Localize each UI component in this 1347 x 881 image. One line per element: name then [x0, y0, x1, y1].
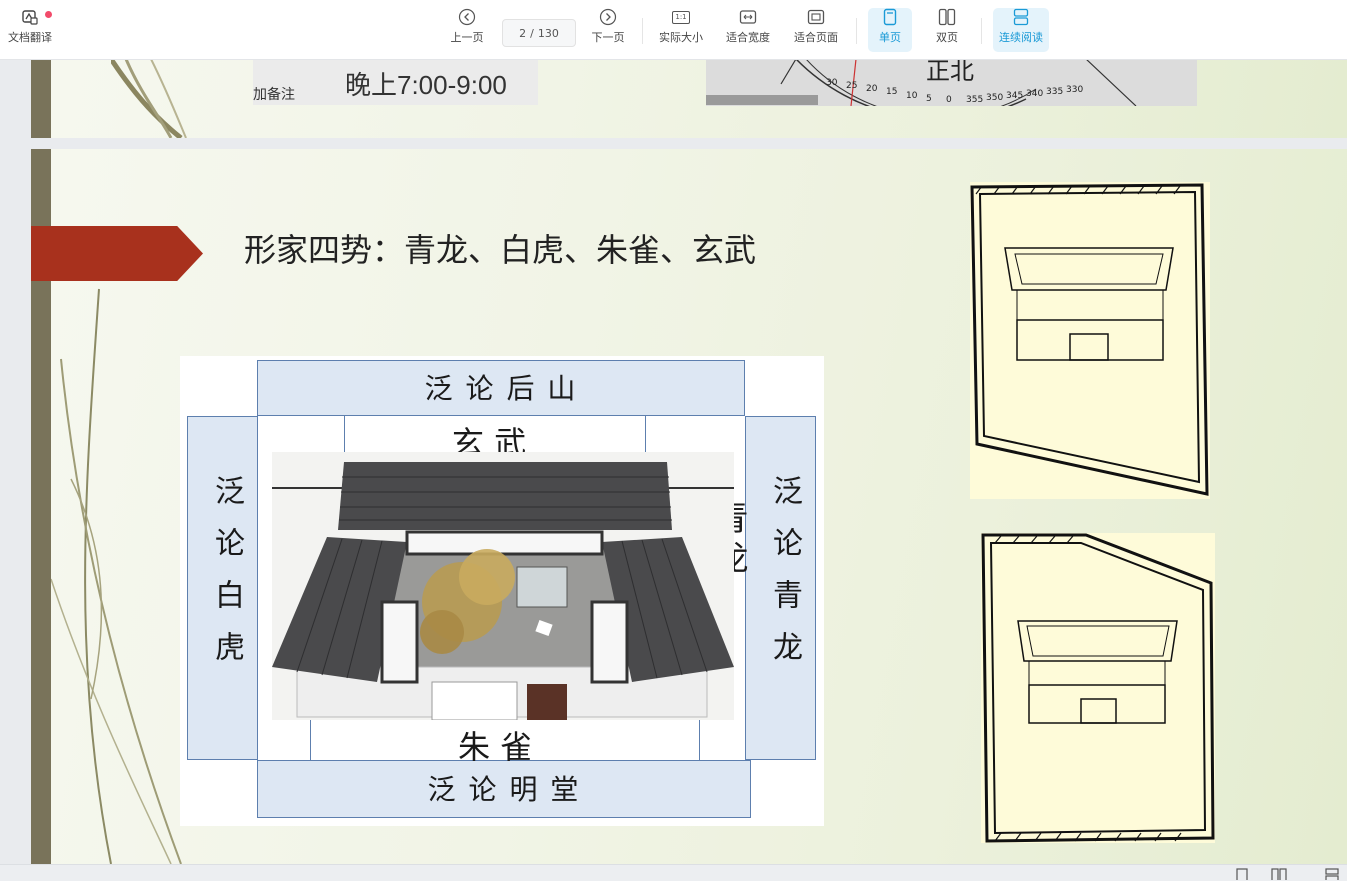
right-outer-box: 泛论青龙 — [745, 416, 816, 760]
left-outer-box: 泛论白虎 — [187, 416, 258, 760]
prev-page-label: 上一页 — [450, 31, 484, 44]
fit-width-icon — [739, 8, 757, 26]
house-plot-sketch-cut-corner — [981, 533, 1215, 843]
compass-tick-label: 5 — [926, 93, 932, 104]
top-outer-label: 泛 论 后 山 — [424, 372, 578, 405]
reader-toolbar: 文档翻译 上一页 2 / 130 下一页 1:1 实际大小 适合宽度 适合页面 … — [0, 0, 1347, 60]
fit-page-icon — [807, 8, 825, 26]
time-text: 晚上7:00-9:00 — [345, 70, 507, 100]
next-page-button[interactable]: 下一页 — [587, 8, 629, 52]
fit-page-label: 适合页面 — [794, 31, 838, 44]
double-page-view-icon[interactable] — [1271, 868, 1287, 880]
compass-tick-label: 330 — [1066, 85, 1084, 96]
double-page-button[interactable]: 双页 — [925, 8, 969, 52]
notification-dot — [45, 11, 52, 18]
house-plot-sketch-trapezoid — [970, 182, 1210, 499]
schedule-table-fragment: 加备注 晚上7:00-9:00 — [253, 59, 538, 105]
compass-tick-label: 0 — [946, 95, 952, 105]
actual-size-icon-text: 1:1 — [672, 10, 690, 24]
four-directions-diagram: 泛 论 后 山 泛论白虎 泛论青龙 泛 论 明 堂 玄 武 朱 雀 白虎 青龙 — [180, 356, 824, 826]
compass-tick-label: 355 — [966, 95, 984, 105]
chevron-right-icon — [599, 8, 617, 26]
bottom-outer-label: 泛 论 明 堂 — [427, 773, 581, 806]
compass-tick-label: 350 — [986, 93, 1004, 104]
actual-size-button[interactable]: 1:1 实际大小 — [655, 8, 707, 52]
note-label: 加备注 — [253, 87, 295, 103]
compass-tick-label: 340 — [1026, 89, 1044, 100]
left-outer-label: 泛论白虎 — [209, 475, 244, 683]
compass-tick-label: 10 — [906, 90, 918, 101]
compass-image: 正北 30 25 20 15 10 5 0 355 350 345 340 335 330 — [706, 59, 1197, 106]
top-outer-box: 泛 论 后 山 — [257, 360, 745, 416]
courtyard-house-illustration — [272, 452, 734, 720]
compass-tick-label: 25 — [846, 81, 858, 91]
previous-slide: 加备注 晚上7:00-9:00 正北 30 25 20 15 10 5 0 355 350 345… — [31, 59, 1347, 138]
actual-size-icon: 1:1 — [672, 8, 690, 26]
prev-page-button[interactable]: 上一页 — [446, 8, 488, 52]
translate-label: 文档翻译 — [8, 31, 52, 44]
continuous-read-label: 连续阅读 — [999, 31, 1043, 44]
fit-width-button[interactable]: 适合宽度 — [722, 8, 774, 52]
compass-north-text: 正北 — [926, 59, 974, 85]
chevron-left-icon — [458, 8, 476, 26]
single-page-icon — [883, 8, 897, 26]
bottom-inner-label: 朱 雀 — [458, 728, 533, 766]
single-page-button[interactable]: 单页 — [868, 8, 912, 52]
toolbar-divider — [856, 18, 857, 44]
double-page-label: 双页 — [936, 31, 958, 44]
continuous-read-icon — [1013, 8, 1029, 26]
single-page-label: 单页 — [879, 31, 901, 44]
slide-side-bar — [31, 59, 51, 138]
fit-page-button[interactable]: 适合页面 — [790, 8, 842, 52]
page-total: 130 — [537, 26, 559, 40]
compass-tick-label: 30 — [826, 77, 838, 88]
continuous-view-icon[interactable] — [1325, 868, 1339, 880]
right-outer-label: 泛论青龙 — [767, 475, 802, 683]
bottom-outer-box: 泛 论 明 堂 — [257, 760, 751, 818]
compass-tick-label: 335 — [1046, 87, 1064, 98]
title-arrow-marker — [31, 226, 203, 281]
fit-width-label: 适合宽度 — [726, 31, 770, 44]
slide-title: 形家四势：青龙、白虎、朱雀、玄武 — [244, 231, 757, 269]
current-slide: 形家四势：青龙、白虎、朱雀、玄武 泛 论 后 山 泛论白虎 泛论青龙 泛 论 明… — [31, 149, 1347, 864]
status-bar — [0, 864, 1347, 881]
compass-tick-label: 20 — [866, 84, 878, 95]
next-page-label: 下一页 — [591, 31, 625, 44]
decorative-leaf — [111, 59, 187, 138]
page-indicator[interactable]: 2 / 130 — [502, 19, 576, 47]
page-separator: / — [530, 26, 534, 40]
single-page-view-icon[interactable] — [1236, 868, 1248, 880]
toolbar-divider — [981, 18, 982, 44]
toolbar-divider — [642, 18, 643, 44]
page-current[interactable]: 2 — [519, 27, 526, 40]
double-page-icon — [938, 8, 956, 26]
decorative-stems — [51, 288, 182, 864]
compass-tick-label: 15 — [886, 87, 898, 98]
actual-size-label: 实际大小 — [659, 31, 703, 44]
continuous-read-button[interactable]: 连续阅读 — [993, 8, 1049, 52]
translate-icon — [21, 8, 39, 26]
compass-tick-label: 345 — [1006, 91, 1024, 102]
